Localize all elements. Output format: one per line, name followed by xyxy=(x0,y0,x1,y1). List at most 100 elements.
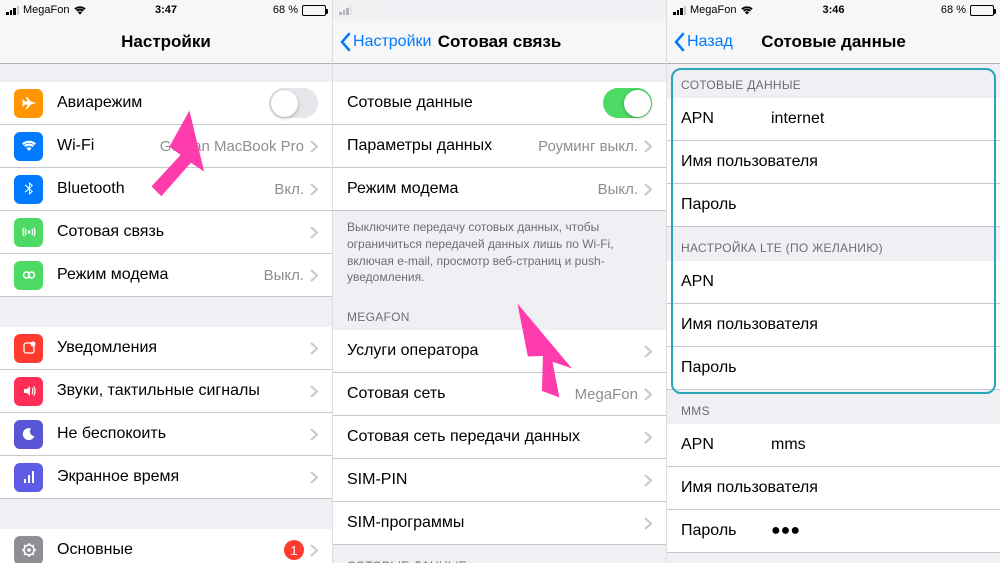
mms-apn-field[interactable]: APN mms xyxy=(667,424,1000,467)
airplane-toggle[interactable] xyxy=(269,88,318,118)
carrier-label: MegaFon xyxy=(23,4,69,16)
chevron-right-icon xyxy=(310,140,318,153)
username-field[interactable]: Имя пользователя xyxy=(667,141,1000,184)
chevron-right-icon xyxy=(310,471,318,484)
section-header: СОТОВЫЕ ДАННЫЕ xyxy=(667,64,1000,98)
row-label: Bluetooth xyxy=(57,180,274,198)
field-label: Пароль xyxy=(681,522,771,540)
dnd-icon xyxy=(14,420,43,449)
section-header: СОТОВЫЕ ДАННЫЕ xyxy=(333,545,666,563)
sounds-icon xyxy=(14,377,43,406)
row-label: Экранное время xyxy=(57,468,310,486)
chevron-right-icon xyxy=(644,517,652,530)
row-hotspot[interactable]: Режим модема Выкл. xyxy=(333,168,666,211)
row-label: SIM-программы xyxy=(347,514,644,532)
row-sounds[interactable]: Звуки, тактильные сигналы xyxy=(0,370,332,413)
row-notifications[interactable]: Уведомления xyxy=(0,327,332,370)
lte-password-field[interactable]: Пароль xyxy=(667,347,1000,390)
row-bluetooth[interactable]: Bluetooth Вкл. xyxy=(0,168,332,211)
field-label: Пароль xyxy=(681,196,771,214)
nav-back-button[interactable]: Назад xyxy=(673,20,733,64)
wifi-settings-icon xyxy=(14,132,43,161)
row-cellular-data-network[interactable]: Сотовая сеть передачи данных xyxy=(333,416,666,459)
row-label: Звуки, тактильные сигналы xyxy=(57,382,310,400)
row-general[interactable]: Основные 1 xyxy=(0,529,332,563)
section-footer: Выключите передачу сотовых данных, чтобы… xyxy=(333,211,666,296)
phone-cellular: Настройки Сотовая связь Сотовые данные П… xyxy=(333,0,667,563)
row-cellular-network[interactable]: Сотовая сеть MegaFon xyxy=(333,373,666,416)
row-value: MegaFon xyxy=(575,386,638,403)
hotspot-icon xyxy=(14,261,43,290)
status-bar: MegaFon 3:47 68 % xyxy=(0,0,332,20)
battery-pct-label: 68 % xyxy=(941,4,966,16)
field-value: internet xyxy=(771,110,986,128)
chevron-right-icon xyxy=(644,345,652,358)
apn-field[interactable]: APN internet xyxy=(667,98,1000,141)
notifications-icon xyxy=(14,334,43,363)
nav-bar: Настройки Сотовая связь xyxy=(333,20,666,64)
row-hotspot[interactable]: Режим модема Выкл. xyxy=(0,254,332,297)
section-header: MMS xyxy=(667,390,1000,424)
field-label: Имя пользователя xyxy=(681,153,818,171)
nav-bar: Назад Сотовые данные xyxy=(667,20,1000,64)
row-cellular[interactable]: Сотовая связь xyxy=(0,211,332,254)
row-label: Параметры данных xyxy=(347,137,538,155)
mms-password-field[interactable]: Пароль ●●● xyxy=(667,510,1000,553)
badge: 1 xyxy=(284,540,304,560)
chevron-right-icon xyxy=(310,269,318,282)
mms-username-field[interactable]: Имя пользователя xyxy=(667,467,1000,510)
row-cellular-data[interactable]: Сотовые данные xyxy=(333,82,666,125)
chevron-right-icon xyxy=(310,226,318,239)
field-label: APN xyxy=(681,436,771,454)
signal-icon xyxy=(6,5,19,15)
field-label: Пароль xyxy=(681,359,771,377)
row-carrier-services[interactable]: Услуги оператора xyxy=(333,330,666,373)
row-value: Выкл. xyxy=(598,181,638,198)
battery-icon xyxy=(970,5,994,16)
row-value: Выкл. xyxy=(264,267,304,284)
cellular-data-toggle[interactable] xyxy=(603,88,652,118)
airplane-icon xyxy=(14,89,43,118)
field-value: mms xyxy=(771,436,986,454)
row-label: Авиарежим xyxy=(57,94,269,112)
chevron-right-icon xyxy=(310,183,318,196)
chevron-right-icon xyxy=(310,342,318,355)
password-field[interactable]: Пароль xyxy=(667,184,1000,227)
row-airplane[interactable]: Авиарежим xyxy=(0,82,332,125)
phone-apn-settings: MegaFon 3:46 68 % Назад Сотовые данные С… xyxy=(667,0,1000,563)
chevron-right-icon xyxy=(310,385,318,398)
lte-apn-field[interactable]: APN xyxy=(667,261,1000,304)
battery-icon xyxy=(302,5,326,16)
carrier-label: MegaFon xyxy=(690,4,736,16)
general-icon xyxy=(14,536,43,563)
field-label: APN xyxy=(681,110,771,128)
row-wifi[interactable]: Wi-Fi Gorban MacBook Pro xyxy=(0,125,332,168)
cellular-icon xyxy=(14,218,43,247)
chevron-left-icon xyxy=(339,32,351,52)
field-value: ●●● xyxy=(771,522,986,540)
status-bar: MegaFon 3:46 68 % xyxy=(667,0,1000,20)
row-screentime[interactable]: Экранное время xyxy=(0,456,332,499)
row-label: Режим модема xyxy=(347,180,598,198)
row-label: Сотовая сеть передачи данных xyxy=(347,428,644,446)
row-label: Не беспокоить xyxy=(57,425,310,443)
row-label: Основные xyxy=(57,541,284,559)
chevron-right-icon xyxy=(310,544,318,557)
status-bar xyxy=(333,0,666,20)
nav-back-button[interactable]: Настройки xyxy=(339,20,431,64)
row-data-options[interactable]: Параметры данных Роуминг выкл. xyxy=(333,125,666,168)
phone-settings-root: MegaFon 3:47 68 % Настройки Авиарежим xyxy=(0,0,333,563)
field-label: Имя пользователя xyxy=(681,479,818,497)
field-label: APN xyxy=(681,273,771,291)
row-sim-apps[interactable]: SIM-программы xyxy=(333,502,666,545)
battery-pct-label: 68 % xyxy=(273,4,298,16)
signal-icon xyxy=(339,5,352,15)
section-header: MEGAFON xyxy=(333,296,666,330)
row-sim-pin[interactable]: SIM-PIN xyxy=(333,459,666,502)
row-dnd[interactable]: Не беспокоить xyxy=(0,413,332,456)
lte-username-field[interactable]: Имя пользователя xyxy=(667,304,1000,347)
row-value: Вкл. xyxy=(274,181,304,198)
chevron-right-icon xyxy=(644,431,652,444)
nav-title: Настройки xyxy=(121,32,211,52)
screentime-icon xyxy=(14,463,43,492)
